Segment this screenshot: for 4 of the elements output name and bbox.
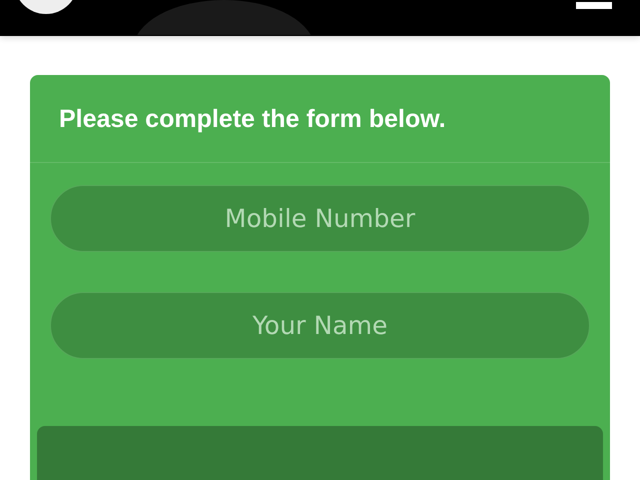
input-field[interactable]: Mobile Number bbox=[50, 185, 590, 252]
menu-icon[interactable] bbox=[576, 0, 612, 9]
form-title: Please complete the form below. bbox=[30, 75, 610, 163]
input-field[interactable]: Your Name bbox=[50, 292, 590, 359]
